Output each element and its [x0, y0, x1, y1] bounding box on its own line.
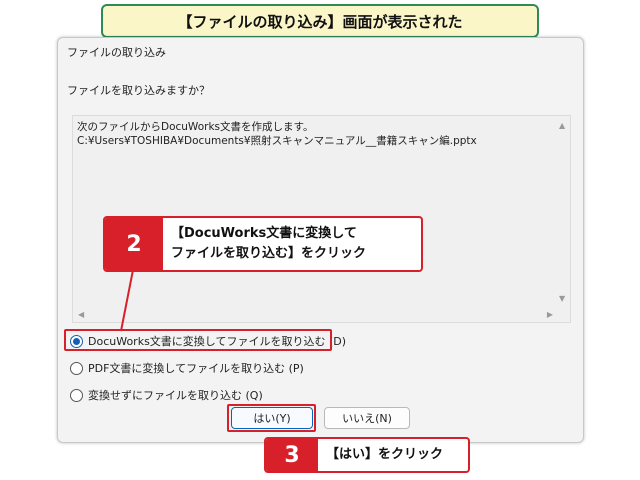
banner-text: 【ファイルの取り込み】画面が表示された [177, 12, 463, 31]
highlight-yes-button [227, 404, 316, 432]
message-line-1: 次のファイルからDocuWorks文書を作成します。 [77, 121, 314, 133]
callout-text: 【DocuWorks文書に変換して ファイルを取り込む】をクリック [163, 218, 366, 270]
callout-text: 【はい】をクリック [326, 447, 444, 462]
chevron-left-icon[interactable]: ◀ [78, 311, 84, 319]
callout-line-2: ファイルを取り込む】をクリック [171, 246, 367, 261]
chevron-right-icon[interactable]: ▶ [547, 311, 553, 319]
option-convert-pdf[interactable]: PDF文書に変換してファイルを取り込む (P) [70, 360, 304, 376]
callout-step-2: 2 【DocuWorks文書に変換して ファイルを取り込む】をクリック [103, 216, 423, 272]
message-line-2: C:¥Users¥TOSHIBA¥Documents¥照射スキャンマニュアル__… [77, 135, 477, 147]
option-no-convert[interactable]: 変換せずにファイルを取り込む (Q) [70, 387, 263, 403]
horizontal-scrollbar[interactable]: ◀ ▶ [73, 308, 558, 322]
chevron-up-icon[interactable]: ▲ [559, 122, 565, 130]
option-label: PDF文書に変換してファイルを取り込む (P) [88, 362, 304, 375]
radio-unchecked-icon[interactable] [70, 361, 83, 375]
vertical-scrollbar[interactable]: ▲ ▼ [556, 116, 570, 309]
option-label: 変換せずにファイルを取り込む (Q) [88, 389, 263, 402]
radio-unchecked-icon[interactable] [70, 388, 83, 402]
step-number: 3 [266, 439, 318, 471]
dialog-title: ファイルの取り込み [67, 46, 166, 59]
dialog-prompt: ファイルを取り込みますか？ [67, 84, 210, 97]
callout-line-1: 【DocuWorks文書に変換して [171, 226, 357, 241]
step-number: 2 [105, 218, 163, 270]
message-content: 次のファイルからDocuWorks文書を作成します。 C:¥Users¥TOSH… [77, 120, 477, 148]
highlight-docuworks-option [64, 329, 332, 351]
no-button[interactable]: いいえ(N) [324, 407, 410, 429]
callout-step-3: 3 【はい】をクリック [264, 437, 470, 473]
chevron-down-icon[interactable]: ▼ [559, 295, 565, 303]
instruction-banner: 【ファイルの取り込み】画面が表示された [101, 4, 539, 38]
